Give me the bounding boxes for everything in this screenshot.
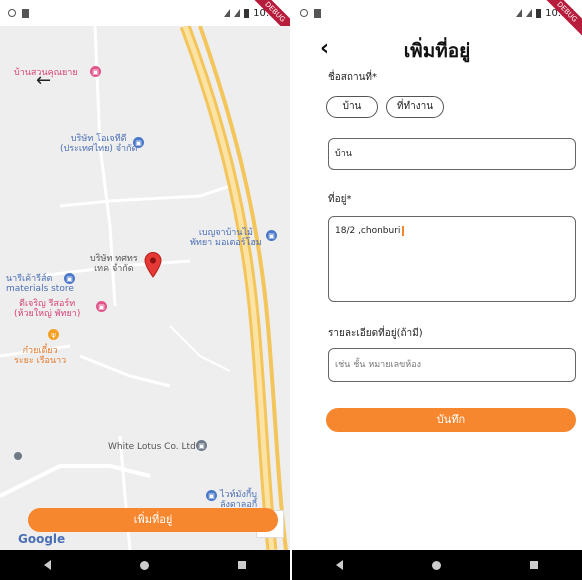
map-screen: 10:26 DEBUG ← ▣ บ้านสวนคุณยาย ▣ บริษัท โ…	[0, 0, 290, 580]
back-chevron-icon[interactable]: ‹	[320, 36, 329, 61]
nav-recent-icon[interactable]	[237, 561, 246, 569]
details-label: รายละเอียดที่อยู่(ถ้ามี)	[328, 328, 423, 339]
battery-icon	[536, 8, 542, 18]
map-label-poi3: เบญจาบ้านไม้ พัทยา มอเตอร์โฮม	[190, 228, 262, 248]
place-name-label: ชื่อสถานที่*	[328, 72, 377, 83]
status-bar: 10:26	[0, 0, 290, 26]
shop-icon: ▣	[90, 66, 101, 77]
map-label-poi8: White Lotus Co. Ltd	[108, 442, 196, 452]
map-view[interactable]: ← ▣ บ้านสวนคุณยาย ▣ บริษัท โอเจทีดี (ประ…	[0, 26, 290, 550]
map-label-poi6: ดีเจริญ รีสอร์ท (ห้วยใหญ่ พัทยา)	[14, 299, 81, 319]
map-label-poi9: ไวท์มังกี้บ ลังดาลอกี้	[220, 490, 258, 510]
nav-home-icon[interactable]	[139, 560, 149, 570]
map-label-poi7: ก๋วยเตี๋ยว ระยะ เรือนาว	[14, 346, 67, 366]
status-bar: 10:27	[292, 0, 582, 26]
android-nav-bar	[292, 550, 582, 580]
store-icon: ▣	[206, 490, 217, 501]
map-label-poi1: บ้านสวนคุณยาย	[14, 68, 78, 78]
store-icon: ▣	[64, 273, 75, 284]
nav-back-icon[interactable]	[336, 560, 344, 570]
building-icon: ▣	[196, 440, 207, 451]
notification-icon	[8, 9, 16, 17]
add-address-button[interactable]: เพิ่มที่อยู่	[28, 508, 278, 532]
save-button[interactable]: บันทึก	[326, 408, 576, 432]
location-pin-icon	[144, 252, 162, 278]
signal-icon	[234, 9, 241, 17]
address-label: ที่อยู่*	[328, 194, 352, 205]
sim-icon	[22, 8, 29, 18]
nav-back-icon[interactable]	[44, 560, 52, 570]
map-label-poi4: บริษัท ทศทร เทค จำกัด	[90, 254, 138, 274]
google-logo: Google	[18, 532, 66, 546]
restaurant-icon: ψ	[48, 329, 59, 340]
nav-recent-icon[interactable]	[529, 561, 538, 569]
notification-icon	[300, 9, 308, 17]
battery-icon	[244, 8, 250, 18]
address-textarea[interactable]: 18/2 ,chonburi	[328, 216, 576, 302]
details-input[interactable]: เช่น ชั้น หมายเลขห้อง	[328, 348, 576, 382]
text-cursor	[402, 225, 405, 236]
nav-home-icon[interactable]	[431, 560, 441, 570]
store-icon: ▣	[266, 230, 277, 241]
signal-icon	[526, 9, 533, 17]
wifi-icon	[224, 9, 231, 17]
android-nav-bar	[0, 550, 290, 580]
chip-work[interactable]: ที่ทำงาน	[386, 96, 444, 118]
chip-home[interactable]: บ้าน	[326, 96, 378, 118]
hotel-icon: ▣	[96, 301, 107, 312]
address-value: 18/2 ,chonburi	[335, 226, 401, 236]
map-label-poi2: บริษัท โอเจทีดี (ประเทศไทย) จำกัด	[60, 134, 138, 154]
page-title: เพิ่มที่อยู่	[403, 40, 471, 62]
sim-icon	[314, 8, 321, 18]
add-address-screen: 10:27 DEBUG เพิ่มที่อยู่ ‹ ชื่อสถานที่* …	[292, 0, 582, 580]
wifi-icon	[516, 9, 523, 17]
place-name-input[interactable]: บ้าน	[328, 138, 576, 170]
